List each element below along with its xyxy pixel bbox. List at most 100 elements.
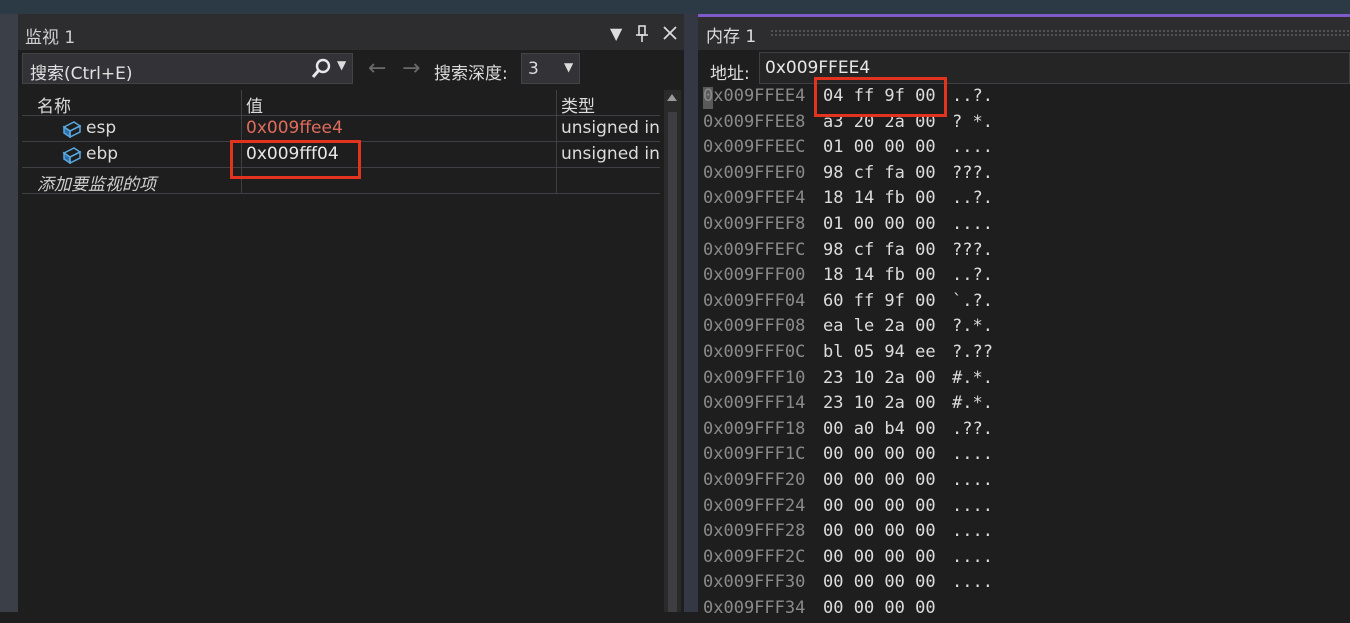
memory-row[interactable]: 0x009FFF20 00 00 00 00.... bbox=[703, 470, 1343, 495]
watch-title-bar[interactable]: 监视 1 ▼ bbox=[18, 14, 684, 50]
memory-row[interactable]: 0x009FFF24 00 00 00 00.... bbox=[703, 496, 1343, 521]
memory-ascii: `.?. bbox=[952, 290, 993, 311]
address-value: 0x009FFEE4 bbox=[765, 58, 871, 78]
memory-ascii: ???. bbox=[952, 162, 993, 183]
memory-ascii: ?.?? bbox=[952, 342, 993, 362]
memory-row[interactable]: 0x009FFEF8 01 00 00 00.... bbox=[703, 214, 1343, 239]
memory-address: 0x009FFEF0 bbox=[703, 162, 806, 183]
memory-row[interactable]: 0x009FFF18 00 a0 b4 00.??. bbox=[703, 419, 1343, 444]
memory-bytes[interactable]: 60 ff 9f 00 bbox=[823, 291, 936, 311]
memory-row[interactable]: 0x009FFF04 60 ff 9f 00 `.?. bbox=[703, 291, 1343, 316]
memory-rows[interactable]: 0x009FFEE4 04 ff 9f 00..?. 0x009FFEE8 a3 20… bbox=[703, 86, 1350, 618]
memory-bytes[interactable]: 23 10 2a 00 bbox=[823, 393, 936, 413]
memory-ascii: #.*. bbox=[952, 393, 993, 414]
memory-bytes[interactable]: 00 00 00 00 bbox=[823, 547, 936, 567]
memory-bytes[interactable]: 00 a0 b4 00 bbox=[823, 419, 936, 439]
memory-row[interactable]: 0x009FFF34 00 00 00 00 bbox=[703, 598, 1343, 623]
memory-bytes[interactable]: 00 00 00 00 bbox=[823, 572, 936, 592]
watch-value[interactable]: 0x009ffee4 bbox=[246, 118, 343, 138]
pin-icon[interactable] bbox=[635, 25, 649, 43]
memory-row[interactable]: 0x009FFF2C 00 00 00 00.... bbox=[703, 547, 1343, 572]
search-options-dropdown-icon[interactable]: ▼ bbox=[337, 58, 346, 72]
memory-ascii: ? *. bbox=[952, 111, 993, 132]
memory-bytes[interactable]: 00 00 00 00 bbox=[823, 470, 936, 490]
memory-row[interactable]: 0x009FFF28 00 00 00 00.... bbox=[703, 521, 1343, 546]
add-watch-item[interactable]: 添加要监视的项 bbox=[37, 170, 156, 195]
memory-row[interactable]: 0x009FFF14 23 10 2a 00 #.*. bbox=[703, 393, 1343, 418]
memory-ascii: ?.*. bbox=[952, 316, 993, 337]
memory-address: 0x009FFF10 bbox=[703, 367, 806, 388]
memory-bytes[interactable]: 23 10 2a 00 bbox=[823, 368, 936, 388]
memory-row[interactable]: 0x009FFF08 ea le 2a 00 ?.*. bbox=[703, 316, 1343, 341]
search-icon[interactable] bbox=[310, 57, 332, 81]
memory-address: 0x009FFF0C bbox=[703, 342, 806, 362]
memory-ascii: .... bbox=[952, 137, 993, 158]
memory-bytes[interactable]: 98 cf fa 00 bbox=[823, 163, 936, 183]
drag-grip[interactable] bbox=[770, 29, 1350, 37]
memory-address: 0x009FFEEC bbox=[703, 137, 806, 158]
column-header-name[interactable]: 名称 bbox=[37, 92, 71, 117]
watch-type: unsigned int bbox=[561, 118, 660, 138]
memory-bytes[interactable]: ea le 2a 00 bbox=[823, 316, 936, 336]
highlight-box-ebp bbox=[230, 140, 361, 179]
memory-address: 0x009FFF14 bbox=[703, 393, 806, 414]
memory-row[interactable]: 0x009FFEEC 01 00 00 00.... bbox=[703, 137, 1343, 162]
memory-row[interactable]: 0x009FFF30 00 00 00 00.... bbox=[703, 572, 1343, 597]
memory-ascii: .... bbox=[952, 444, 993, 465]
memory-row[interactable]: 0x009FFF0C bl 05 94 ee?.?? bbox=[703, 342, 1343, 367]
address-label: 地址: bbox=[710, 64, 750, 84]
memory-address: 0x009FFF30 bbox=[703, 572, 806, 593]
panel-splitter[interactable] bbox=[684, 14, 698, 612]
memory-row[interactable]: 0x009FFF1C 00 00 00 00.... bbox=[703, 444, 1343, 469]
memory-row[interactable]: 0x009FFEE4 04 ff 9f 00..?. bbox=[703, 86, 1343, 111]
memory-bytes[interactable]: 00 00 00 00 bbox=[823, 521, 936, 541]
scroll-up-icon[interactable] bbox=[667, 94, 677, 101]
cube-icon bbox=[62, 121, 82, 138]
dropdown-icon[interactable]: ▼ bbox=[610, 24, 622, 43]
memory-address: 0x009FFF24 bbox=[703, 495, 806, 516]
memory-address: 0x009FFEFC bbox=[703, 239, 806, 260]
search-depth-select[interactable]: 3 ▼ bbox=[521, 53, 580, 84]
column-header-value[interactable]: 值 bbox=[246, 92, 263, 117]
close-icon[interactable] bbox=[662, 25, 678, 41]
watch-search-input[interactable]: 搜索(Ctrl+E) ▼ bbox=[22, 53, 353, 84]
table-row[interactable]: esp 0x009ffee4 unsigned int bbox=[22, 116, 660, 142]
left-edge-background bbox=[0, 14, 18, 612]
memory-title-bar[interactable]: 内存 1 bbox=[698, 17, 1350, 50]
search-next-arrow-icon[interactable]: → bbox=[402, 56, 420, 81]
memory-bytes[interactable]: 98 cf fa 00 bbox=[823, 240, 936, 260]
memory-address: 0x009FFF00 bbox=[703, 265, 806, 286]
memory-ascii: .??. bbox=[952, 418, 993, 439]
watch-panel: 监视 1 ▼ 搜索(Ctrl+E) ▼ ← → 搜索深度: 3 ▼ 名称 值 类… bbox=[18, 14, 684, 612]
memory-bytes[interactable]: bl 05 94 ee bbox=[823, 342, 936, 362]
memory-row[interactable]: 0x009FFEFC 98 cf fa 00???. bbox=[703, 240, 1343, 265]
memory-row[interactable]: 0x009FFEF4 18 14 fb 00..?. bbox=[703, 188, 1343, 213]
memory-row[interactable]: 0x009FFF00 18 14 fb 00..?. bbox=[703, 265, 1343, 290]
memory-row[interactable]: 0x009FFEF0 98 cf fa 00???. bbox=[703, 163, 1343, 188]
memory-ascii: ..?. bbox=[952, 265, 993, 286]
memory-address: 0x009FFF2C bbox=[703, 546, 806, 567]
memory-row[interactable]: 0x009FFF10 23 10 2a 00 #.*. bbox=[703, 368, 1343, 393]
chevron-down-icon: ▼ bbox=[564, 60, 574, 74]
memory-bytes[interactable]: 01 00 00 00 bbox=[823, 137, 936, 157]
memory-bytes[interactable]: 00 00 00 00 bbox=[823, 444, 936, 464]
memory-bytes[interactable]: 00 00 00 00 bbox=[823, 598, 936, 618]
memory-address: 0x009FFEF8 bbox=[703, 214, 806, 234]
search-placeholder: 搜索(Ctrl+E) bbox=[30, 64, 133, 84]
memory-bytes[interactable]: 00 00 00 00 bbox=[823, 496, 936, 516]
memory-address: 0x009FFEF4 bbox=[703, 188, 806, 209]
window-top-strip bbox=[0, 0, 1350, 14]
memory-ascii: .... bbox=[952, 495, 993, 516]
memory-bytes[interactable]: 01 00 00 00 bbox=[823, 214, 936, 234]
scrollbar-thumb[interactable] bbox=[668, 112, 677, 612]
search-depth-value: 3 bbox=[528, 59, 539, 79]
search-previous-arrow-icon[interactable]: ← bbox=[368, 56, 386, 81]
column-header-type[interactable]: 类型 bbox=[561, 92, 595, 117]
memory-bytes[interactable]: 18 14 fb 00 bbox=[823, 188, 936, 208]
memory-address: 0x009FFF20 bbox=[703, 470, 806, 490]
memory-address: 0x009FFF28 bbox=[703, 521, 806, 542]
memory-row[interactable]: 0x009FFEE8 a3 20 2a 00? *. bbox=[703, 112, 1343, 137]
memory-bytes[interactable]: 18 14 fb 00 bbox=[823, 265, 936, 285]
cube-icon bbox=[62, 147, 82, 164]
watch-scrollbar[interactable] bbox=[664, 90, 681, 612]
